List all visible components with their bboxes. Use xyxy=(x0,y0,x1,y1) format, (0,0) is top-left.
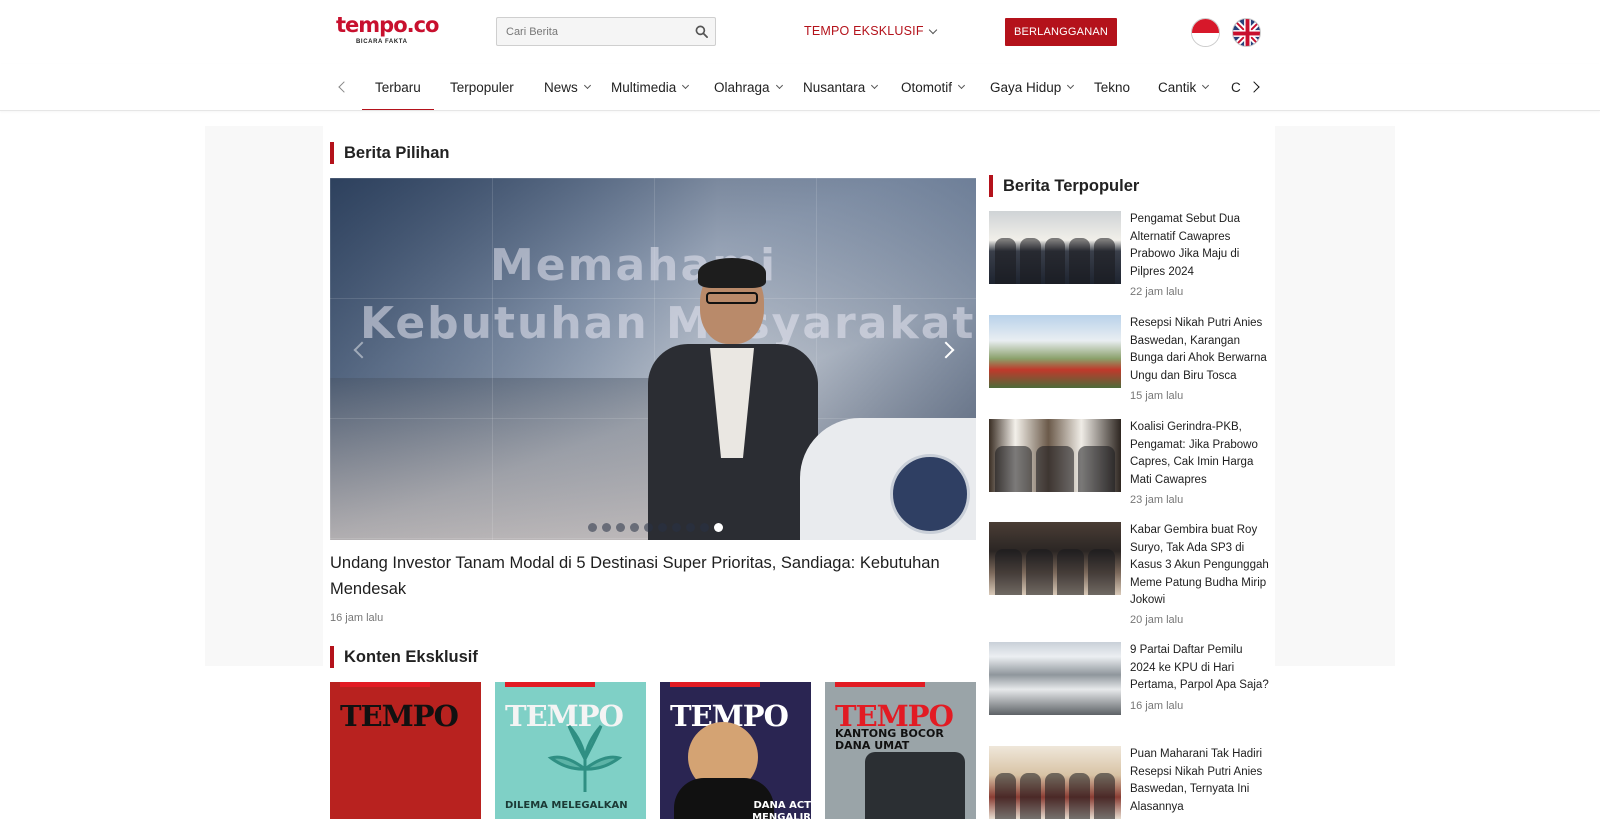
nav-item-multimedia[interactable]: Multimedia xyxy=(611,64,690,110)
nav-item-nusantara[interactable]: Nusantara xyxy=(803,64,879,110)
cover-caption: DILEMA MELEGALKAN xyxy=(505,800,628,811)
tempo-eksklusif-label: TEMPO EKSKLUSIF xyxy=(804,24,924,38)
search-icon[interactable] xyxy=(695,25,708,38)
news-title[interactable]: Resepsi Nikah Putri Anies Baswedan, Kara… xyxy=(1130,315,1270,385)
nav-item-label: Terpopuler xyxy=(450,79,514,95)
nav-item-news[interactable]: News xyxy=(544,64,591,110)
search-input[interactable] xyxy=(497,18,687,45)
carousel-dot[interactable] xyxy=(686,523,695,532)
cover-caption: DANA ACT MENGALIR JAUH xyxy=(752,800,811,819)
cannabis-leaf-icon xyxy=(547,725,623,792)
carousel-dot[interactable] xyxy=(714,523,723,532)
nav-item-label: Olahraga xyxy=(714,79,770,95)
chevron-down-icon xyxy=(775,81,783,90)
magazine-cover[interactable]: TEMPO DANA ACT MENGALIR JAUH xyxy=(660,682,811,819)
hero-speaker-figure xyxy=(648,252,818,540)
news-timestamp: 15 jam lalu xyxy=(1130,390,1184,402)
tempo-logo[interactable]: tempo.co BICARA FAKTA xyxy=(336,13,439,48)
nav-item-terbaru[interactable]: Terbaru xyxy=(362,64,434,110)
magazine-cover[interactable]: TEMPO DILEMA MELEGALKAN xyxy=(495,682,646,819)
chevron-down-icon xyxy=(1067,81,1075,90)
subscribe-button[interactable]: BERLANGGANAN xyxy=(1005,18,1117,46)
carousel-dot[interactable] xyxy=(602,523,611,532)
chevron-down-icon xyxy=(957,81,966,90)
news-title[interactable]: Kabar Gembira buat Roy Suryo, Tak Ada SP… xyxy=(1130,522,1270,610)
carousel-dot[interactable] xyxy=(644,523,653,532)
news-title[interactable]: Pengamat Sebut Dua Alternatif Cawapres P… xyxy=(1130,211,1270,281)
logo-tagline: BICARA FAKTA xyxy=(356,39,408,45)
category-nav: Terbaru Terpopuler News Multimedia Olahr… xyxy=(0,64,1600,111)
site-header: tempo.co BICARA FAKTA TEMPO EKSKLUSIF BE… xyxy=(0,0,1600,64)
nav-item-label: Terbaru xyxy=(375,79,421,95)
nav-item-label: Nusantara xyxy=(803,79,866,95)
carousel-dot[interactable] xyxy=(672,523,681,532)
nav-scroll-right-icon[interactable] xyxy=(1246,78,1262,96)
nav-item-otomotif[interactable]: Otomotif xyxy=(901,64,966,110)
news-thumbnail[interactable] xyxy=(989,642,1121,715)
emblem-icon xyxy=(890,454,970,534)
uk-flag-icon[interactable] xyxy=(1232,18,1261,47)
news-timestamp: 22 jam lalu xyxy=(1130,286,1184,298)
carousel-dot[interactable] xyxy=(700,523,709,532)
news-thumbnail[interactable] xyxy=(989,746,1121,819)
hero-podium xyxy=(800,418,976,540)
carousel-dot[interactable] xyxy=(616,523,625,532)
magazine-cover[interactable]: TEMPO KANTONG BOCOR DANA UMAT xyxy=(825,682,976,819)
headline-title[interactable]: Undang Investor Tanam Modal di 5 Destina… xyxy=(330,550,970,602)
magazine-cover[interactable]: TEMPO xyxy=(330,682,481,819)
cover-illustration xyxy=(865,752,965,819)
berita-terpopuler-heading: Berita Terpopuler xyxy=(989,175,1139,197)
news-thumbnail[interactable] xyxy=(989,315,1121,388)
nav-item-more[interactable]: C xyxy=(1231,64,1241,110)
konten-eksklusif-heading: Konten Eksklusif xyxy=(330,646,478,668)
id-flag-icon[interactable] xyxy=(1191,18,1220,47)
nav-items: Terbaru Terpopuler News Multimedia Olahr… xyxy=(362,64,1242,110)
chevron-down-icon xyxy=(682,81,690,90)
cover-caption: KANTONG BOCOR DANA UMAT xyxy=(835,727,944,752)
search-box xyxy=(496,17,716,46)
nav-item-cantik[interactable]: Cantik xyxy=(1158,64,1210,110)
nav-item-gaya-hidup[interactable]: Gaya Hidup xyxy=(990,64,1075,110)
nav-item-label: News xyxy=(544,79,578,95)
news-title[interactable]: Puan Maharani Tak Hadiri Resepsi Nikah P… xyxy=(1130,746,1270,816)
nav-item-olahraga[interactable]: Olahraga xyxy=(714,64,783,110)
carousel-dot[interactable] xyxy=(588,523,597,532)
news-timestamp: 20 jam lalu xyxy=(1130,614,1184,626)
news-thumbnail[interactable] xyxy=(989,522,1121,595)
chevron-down-icon xyxy=(1202,81,1210,90)
cover-masthead: TEMPO xyxy=(340,699,459,733)
news-timestamp: 23 jam lalu xyxy=(1130,494,1184,506)
headline-carousel[interactable]: Memahami Kebutuhan Masyarakat xyxy=(330,178,976,540)
nav-item-label: C xyxy=(1231,79,1241,95)
logo-wordmark: tempo.co xyxy=(336,13,439,37)
news-thumbnail[interactable] xyxy=(989,211,1121,284)
chevron-down-icon xyxy=(928,25,937,34)
carousel-dot[interactable] xyxy=(658,523,667,532)
news-title[interactable]: 9 Partai Daftar Pemilu 2024 ke KPU di Ha… xyxy=(1130,642,1270,695)
nav-item-label: Multimedia xyxy=(611,79,677,95)
nav-item-label: Cantik xyxy=(1158,79,1197,95)
nav-item-label: Otomotif xyxy=(901,79,953,95)
berita-pilihan-heading: Berita Pilihan xyxy=(330,142,449,164)
nav-item-tekno[interactable]: Tekno xyxy=(1094,64,1130,110)
carousel-dot[interactable] xyxy=(630,523,639,532)
news-timestamp: 16 jam lalu xyxy=(1130,700,1184,712)
nav-item-label: Tekno xyxy=(1094,79,1131,95)
chevron-down-icon xyxy=(583,81,591,90)
news-title[interactable]: Koalisi Gerindra-PKB, Pengamat: Jika Pra… xyxy=(1130,419,1270,489)
tempo-eksklusif-dropdown[interactable]: TEMPO EKSKLUSIF xyxy=(804,24,937,38)
nav-item-terpopuler[interactable]: Terpopuler xyxy=(450,64,514,110)
headline-timestamp: 16 jam lalu xyxy=(330,612,384,624)
nav-item-label: Gaya Hidup xyxy=(990,79,1062,95)
chevron-down-icon xyxy=(871,81,879,90)
nav-scroll-left-icon[interactable] xyxy=(336,78,352,96)
carousel-dots xyxy=(588,523,723,532)
news-thumbnail[interactable] xyxy=(989,419,1121,492)
